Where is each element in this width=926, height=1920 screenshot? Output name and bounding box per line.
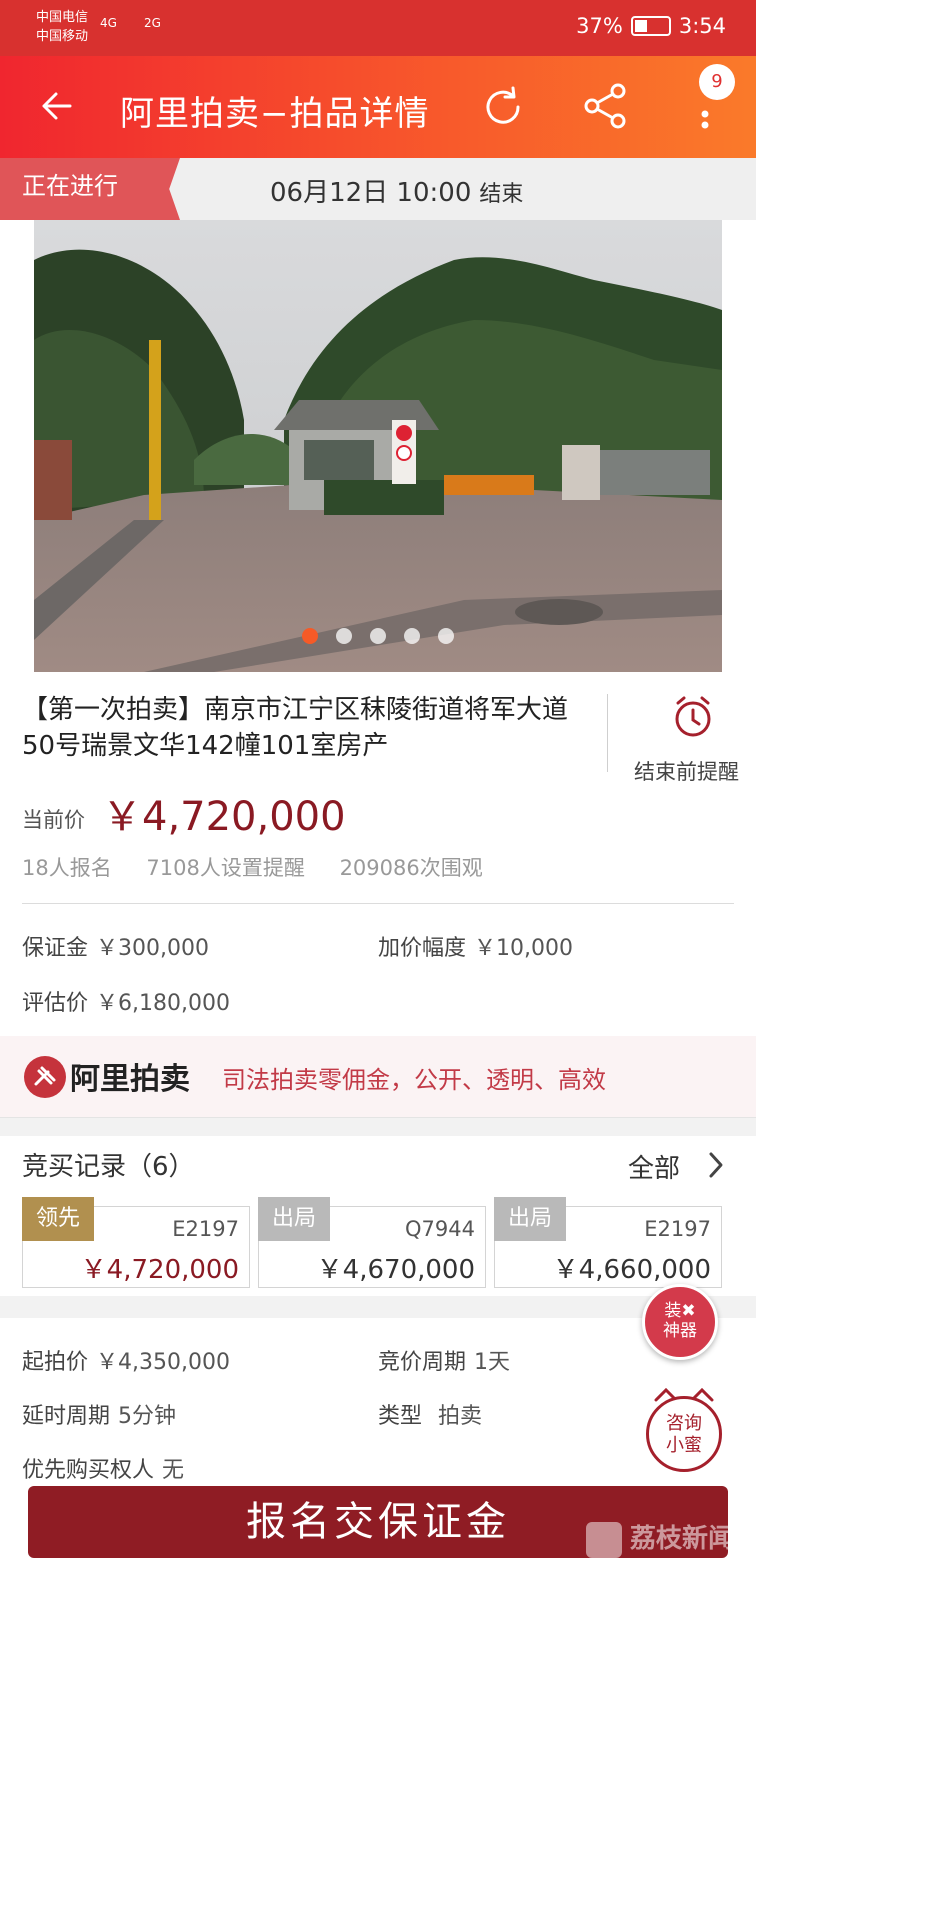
- end-time-value: 06月12日 10:00: [270, 178, 472, 208]
- bid-record-card: 领先 E2197 ￥4,720,000: [22, 1197, 250, 1288]
- bid-amount: ￥4,670,000: [316, 1255, 475, 1285]
- end-reminder-button[interactable]: 结束前提醒: [634, 756, 739, 786]
- consult-assistant-button[interactable]: 咨询 小蜜: [646, 1396, 722, 1472]
- banner-slogan: 司法拍卖零佣金，公开、透明、高效: [222, 1066, 606, 1094]
- chevron-right-icon[interactable]: [706, 1150, 726, 1180]
- carousel-dot-3[interactable]: [370, 628, 386, 644]
- reminder-count: 7108人设置提醒: [146, 856, 305, 880]
- ali-auction-banner[interactable]: 阿里拍卖 司法拍卖零佣金，公开、透明、高效: [0, 1036, 756, 1118]
- tool-float-line1: 装✖: [664, 1301, 696, 1321]
- battery-percent: 37%: [576, 14, 623, 38]
- app-header: 阿里拍卖−拍品详情 9: [0, 56, 756, 158]
- auction-status-label: 正在进行: [0, 158, 180, 220]
- bid-record-card: 出局 E2197 ￥4,660,000: [494, 1197, 722, 1288]
- consult-line1: 咨询: [666, 1413, 702, 1434]
- type-value: 拍卖: [438, 1404, 483, 1429]
- type-row: 类型 拍卖: [378, 1398, 482, 1430]
- lot-stats: 18人报名 7108人设置提醒 209086次围观: [22, 852, 501, 882]
- bid-amount: ￥4,720,000: [80, 1255, 239, 1285]
- start-price-value: ￥4,350,000: [96, 1350, 230, 1375]
- carrier-2: 中国移动: [36, 29, 89, 44]
- end-time-suffix: 结束: [479, 182, 524, 207]
- start-price-row: 起拍价 ￥4,350,000: [22, 1344, 230, 1376]
- carousel-dot-2[interactable]: [336, 628, 352, 644]
- bid-amount: ￥4,660,000: [552, 1255, 711, 1285]
- bidder-id: E2197: [172, 1217, 239, 1241]
- status-right: 37% 3:54: [576, 14, 726, 38]
- clock: 3:54: [678, 14, 726, 38]
- type-label: 类型: [378, 1404, 423, 1429]
- carousel-indicator: [302, 628, 454, 644]
- deposit-label: 保证金: [22, 936, 89, 961]
- delay-value: 5分钟: [118, 1404, 177, 1429]
- tool-float-button[interactable]: 装✖ 神器: [642, 1284, 718, 1360]
- refresh-icon[interactable]: [480, 84, 526, 130]
- watermark-logo-icon: [586, 1522, 622, 1558]
- current-price: ￥4,720,000: [102, 794, 346, 840]
- deposit-row: 保证金 ￥300,000: [22, 930, 209, 962]
- bidder-id: Q7944: [405, 1217, 475, 1241]
- share-icon[interactable]: [582, 82, 628, 130]
- bid-records-all-link[interactable]: 全部: [628, 1148, 680, 1185]
- carousel-dot-1[interactable]: [302, 628, 318, 644]
- current-price-label: 当前价: [22, 808, 85, 832]
- increment-row: 加价幅度 ￥10,000: [378, 930, 573, 962]
- auction-status-strip: 正在进行 06月12日 10:00 结束: [0, 158, 756, 220]
- bid-status-out: 出局: [258, 1197, 330, 1241]
- signal-2g-icon: 2G: [144, 16, 161, 30]
- signup-count: 18人报名: [22, 856, 112, 880]
- ali-auction-brand: 阿里拍卖: [70, 1062, 190, 1097]
- lot-photo-carousel[interactable]: [34, 220, 722, 672]
- auction-end-time: 06月12日 10:00 结束: [270, 172, 523, 209]
- appraisal-row: 评估价 ￥6,180,000: [22, 985, 230, 1017]
- bid-cycle-label: 竞价周期: [378, 1350, 467, 1375]
- lot-title: 【第一次拍卖】南京市江宁区秣陵街道将军大道50号瑞景文华142幢101室房产: [22, 695, 569, 761]
- carrier-1: 中国电信: [36, 10, 89, 25]
- delay-label: 延时周期: [22, 1404, 111, 1429]
- section-divider: [22, 903, 734, 904]
- signup-deposit-button[interactable]: 报名交保证金: [28, 1486, 728, 1558]
- carousel-dot-5[interactable]: [438, 628, 454, 644]
- priority-row: 优先购买权人无: [22, 1452, 184, 1484]
- back-arrow-icon[interactable]: [36, 84, 80, 128]
- notification-badge: 9: [699, 64, 735, 100]
- title-divider: [607, 694, 608, 772]
- bid-cycle-row: 竞价周期 1天: [378, 1344, 510, 1376]
- carrier-names: 中国电信 中国移动: [36, 8, 88, 46]
- increment-value: ￥10,000: [474, 936, 573, 961]
- appraisal-value: ￥6,180,000: [96, 991, 230, 1016]
- page-title: 阿里拍卖−拍品详情: [120, 94, 430, 134]
- priority-label: 优先购买权人: [22, 1458, 155, 1483]
- ali-auction-logo-icon: [24, 1056, 66, 1098]
- alarm-clock-icon[interactable]: [672, 694, 714, 738]
- deposit-value: ￥300,000: [96, 936, 209, 961]
- section-gap: [0, 1118, 756, 1136]
- consult-line2: 小蜜: [666, 1435, 702, 1456]
- bid-records-title: 竞买记录（6）: [22, 1152, 195, 1182]
- watermark-text: 荔枝新闻: [630, 1524, 735, 1554]
- bid-status-out: 出局: [494, 1197, 566, 1241]
- bid-status-leading: 领先: [22, 1197, 94, 1241]
- priority-value: 无: [162, 1458, 185, 1483]
- increment-label: 加价幅度: [378, 936, 467, 961]
- gavel-icon: [34, 1066, 56, 1086]
- signal-4g-icon: 4G: [100, 16, 117, 30]
- bid-cycle-value: 1天: [474, 1350, 511, 1375]
- property-gate-photo: [34, 220, 722, 672]
- bid-record-card: 出局 Q7944 ￥4,670,000: [258, 1197, 486, 1288]
- bidder-id: E2197: [644, 1217, 711, 1241]
- appraisal-label: 评估价: [22, 991, 89, 1016]
- battery-icon: [630, 16, 671, 36]
- tool-float-line2: 神器: [663, 1321, 697, 1341]
- start-price-label: 起拍价: [22, 1350, 89, 1375]
- status-bar: 中国电信 中国移动 4G 2G 37% 3:54: [0, 0, 756, 56]
- carousel-dot-4[interactable]: [404, 628, 420, 644]
- delay-row: 延时周期 5分钟: [22, 1398, 176, 1430]
- view-count: 209086次围观: [339, 856, 483, 880]
